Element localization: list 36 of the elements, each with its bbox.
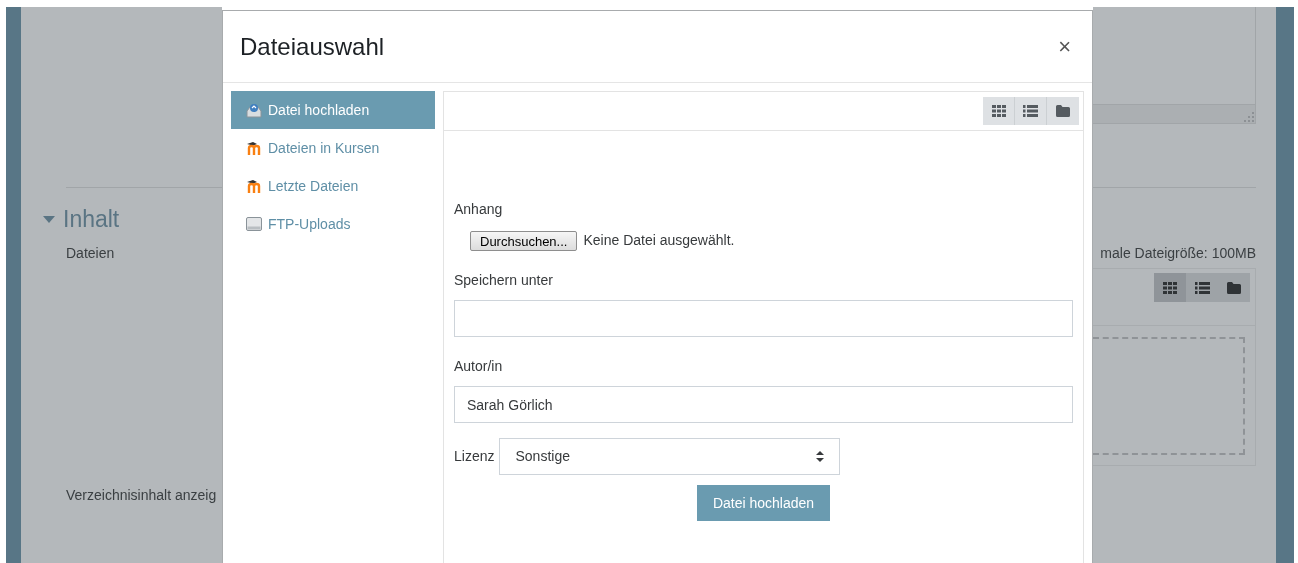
field-label: Anhang (454, 200, 504, 219)
view-toggle-button[interactable] (1047, 97, 1079, 125)
repository-item[interactable]: Datei hochladen (231, 91, 435, 129)
view-toggle-button[interactable] (983, 97, 1015, 125)
field-label: Lizenz (454, 447, 495, 466)
license-select[interactable]: Sonstige (499, 438, 841, 475)
resize-grip-icon (1243, 111, 1255, 123)
folder-icon (1056, 105, 1070, 117)
close-button[interactable]: × (1054, 35, 1075, 58)
view-toggle-button[interactable] (1015, 97, 1047, 125)
browse-button[interactable]: Durchsuchen... (470, 230, 578, 251)
dialog-title: Dateiauswahl (240, 31, 385, 62)
view-toggle-button[interactable] (1186, 273, 1218, 302)
upload-icon (246, 102, 262, 118)
repository-item[interactable]: Letzte Dateien (231, 167, 435, 205)
save-as-field[interactable] (454, 300, 1073, 337)
repository-item[interactable]: FTP-Uploads (231, 205, 435, 243)
up-down-caret-icon (816, 451, 825, 462)
author-field[interactable]: Sarah Görlich (454, 386, 1073, 423)
field-label: Dateien (66, 243, 116, 263)
field-label: Speichern unter (454, 271, 554, 290)
grid-icon (1163, 281, 1177, 294)
folder-icon (1227, 281, 1241, 294)
drive-icon (246, 217, 262, 231)
list-icon (1194, 281, 1210, 294)
section-heading: Inhalt (63, 205, 120, 234)
repository-item[interactable]: Dateien in Kursen (231, 129, 435, 167)
field-label: Autor/in (454, 357, 504, 376)
list-icon (1023, 105, 1038, 117)
file-status-text: Keine Datei ausgewählt. (583, 231, 735, 250)
view-toggle-button[interactable] (1218, 273, 1250, 302)
upload-button[interactable]: Datei hochladen (697, 485, 830, 521)
view-toggle-button[interactable] (1154, 273, 1186, 302)
max-file-size-text: male Dateigröße: 100MB (1099, 244, 1256, 263)
grid-icon (991, 105, 1006, 117)
field-label: Verzeichnisinhalt anzeig (66, 485, 218, 505)
